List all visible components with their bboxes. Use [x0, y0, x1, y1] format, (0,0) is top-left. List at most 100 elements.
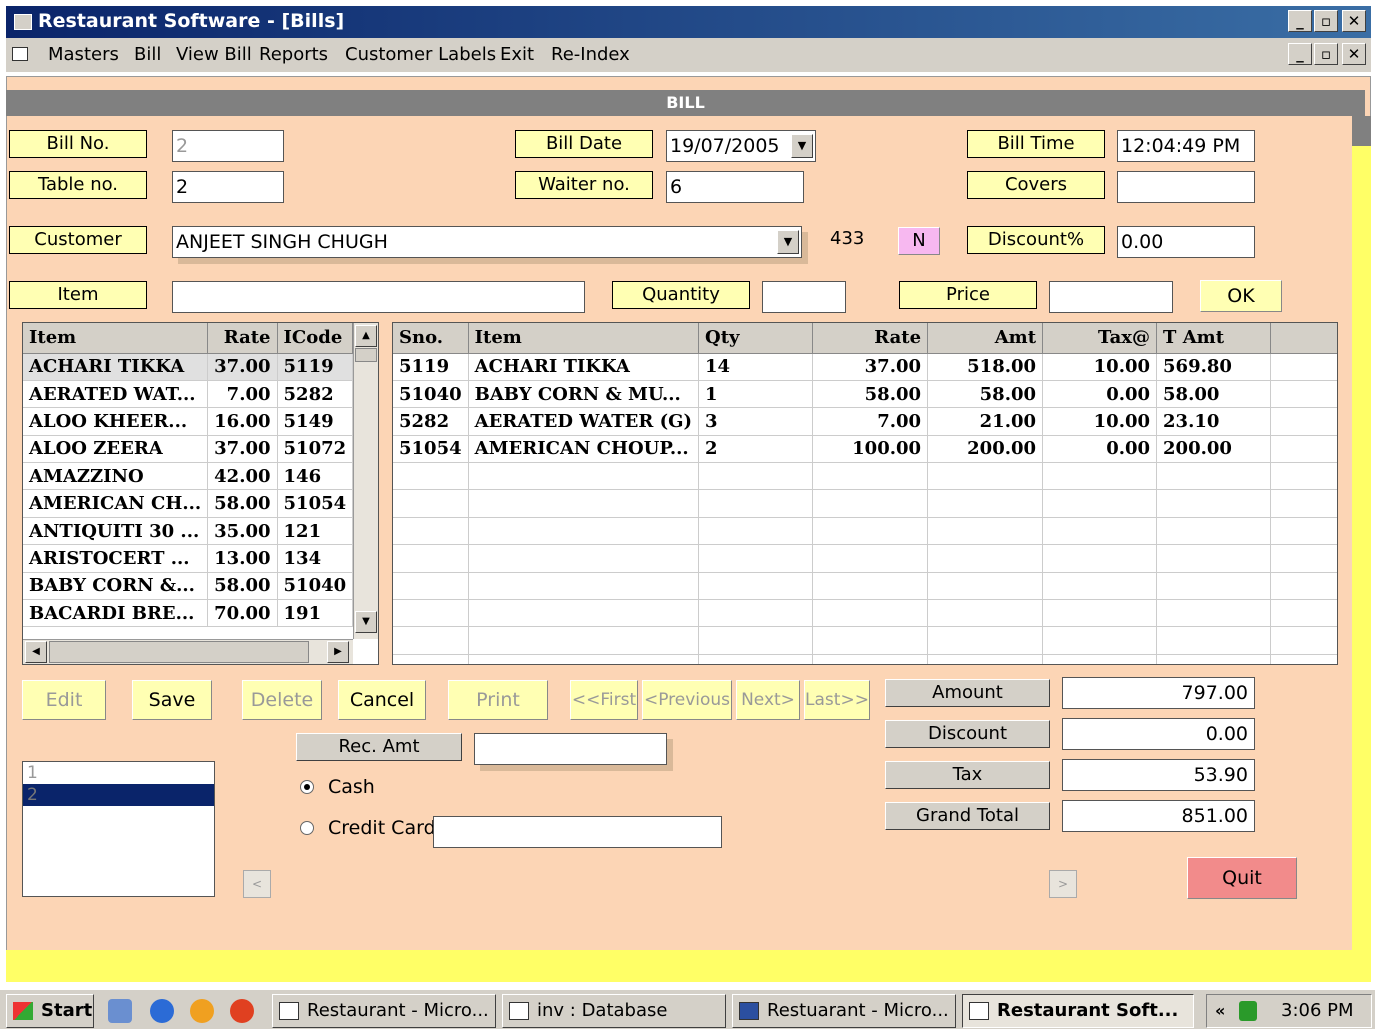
waiter-no-field[interactable]: 6 — [666, 171, 804, 203]
bill-grid-row[interactable] — [393, 462, 1337, 491]
previous-button[interactable]: <Previous — [642, 680, 732, 720]
rec-amt-field[interactable] — [474, 733, 667, 765]
close-icon[interactable]: ✕ — [1342, 10, 1366, 32]
task-inv-database[interactable]: inv : Database — [502, 994, 726, 1028]
maximize-icon[interactable]: ▫ — [1314, 10, 1338, 32]
menu-re-index[interactable]: Re-Index — [551, 44, 630, 65]
next-button[interactable]: Next> — [736, 680, 800, 720]
quit-button[interactable]: Quit — [1187, 857, 1297, 899]
bill-time-field[interactable]: 12:04:49 PM — [1117, 130, 1255, 162]
table-no-field[interactable]: 2 — [172, 171, 284, 203]
ie-quicklaunch-icon[interactable] — [150, 999, 174, 1023]
cancel-button[interactable]: Cancel — [338, 680, 426, 720]
menu-grid-row[interactable]: ALOO ZEERA 37.00 51072 — [23, 435, 354, 464]
bill-grid-row[interactable] — [393, 489, 1337, 518]
task-restaurant-micro[interactable]: Restaurant - Micro... — [272, 994, 496, 1028]
price-field[interactable] — [1049, 281, 1173, 313]
save-button[interactable]: Save — [132, 680, 212, 720]
bill-grid-row[interactable]: 5282 AERATED WATER (G) 3 7.00 21.00 10.00 23.1… — [393, 407, 1337, 436]
menu-grid-row[interactable]: AERATED WAT... 7.00 5282 — [23, 380, 354, 409]
desktop-quicklaunch-icon[interactable] — [108, 999, 132, 1023]
menu-masters[interactable]: Masters — [48, 44, 119, 65]
scroll-up-icon[interactable]: ▲ — [355, 325, 377, 347]
menu-customer-labels[interactable]: Customer Labels — [345, 44, 496, 65]
cash-radio-dot[interactable] — [300, 780, 314, 794]
delete-button[interactable]: Delete — [242, 680, 322, 720]
menu-grid-row[interactable]: ALOO KHEER... 16.00 5149 — [23, 407, 354, 436]
date-dropdown-icon[interactable]: ▼ — [791, 134, 813, 158]
bill-grid-row[interactable]: 5119 ACHARI TIKKA 14 37.00 518.00 10.00 569.80 — [393, 353, 1337, 381]
bill-list-item-selected[interactable]: 2 — [23, 784, 214, 806]
menu-view-bill[interactable]: View Bill — [176, 44, 252, 65]
quantity-field[interactable] — [762, 281, 846, 313]
bill-grid-row[interactable]: 51040 BABY CORN & MU... 1 58.00 58.00 0.00 58.… — [393, 380, 1337, 409]
scroll-thumb[interactable] — [355, 348, 377, 362]
covers-field[interactable] — [1117, 171, 1255, 203]
bill-grid-header-item[interactable]: Item — [468, 323, 700, 354]
item-field[interactable] — [172, 281, 585, 313]
task-restaurant-software[interactable]: Restaurant Soft... — [962, 994, 1194, 1028]
child-maximize-icon[interactable]: ▫ — [1314, 43, 1338, 65]
menu-exit[interactable]: Exit — [500, 44, 534, 65]
menu-grid-row[interactable]: BACARDI BRE... 70.00 191 — [23, 599, 354, 628]
nav-right-icon[interactable]: > — [1049, 870, 1077, 898]
menu-grid-header-rate[interactable]: Rate — [207, 323, 278, 354]
menu-grid-row[interactable]: BABY CORN &... 58.00 51040 — [23, 572, 354, 601]
menu-grid-vscroll[interactable]: ▲ ▼ — [353, 323, 378, 639]
menu-grid-row[interactable]: ANTIQUITI 30 ... 35.00 121 — [23, 517, 354, 546]
media-quicklaunch-icon[interactable] — [190, 999, 214, 1023]
menu-grid-header-icode[interactable]: ICode — [277, 323, 354, 354]
customer-combo[interactable]: ANJEET SINGH CHUGH ▼ — [172, 226, 802, 258]
bill-grid-header-amt[interactable]: Amt — [927, 323, 1044, 354]
bill-grid-header-rate[interactable]: Rate — [812, 323, 929, 354]
hscroll-thumb[interactable] — [49, 641, 309, 663]
print-button[interactable]: Print — [448, 680, 548, 720]
bill-list-item[interactable]: 1 — [23, 762, 214, 784]
bill-grid-header-sno[interactable]: Sno. — [393, 323, 469, 354]
tray-expand-icon[interactable]: « — [1215, 1001, 1225, 1020]
menu-bill[interactable]: Bill — [134, 44, 161, 65]
last-button[interactable]: Last>> — [804, 680, 870, 720]
menu-reports[interactable]: Reports — [259, 44, 328, 65]
bill-no-field[interactable]: 2 — [172, 130, 284, 162]
ok-button[interactable]: OK — [1200, 280, 1282, 312]
app-quicklaunch-icon[interactable] — [230, 999, 254, 1023]
bill-grid-row[interactable] — [393, 544, 1337, 573]
bill-grid-row[interactable] — [393, 654, 1337, 664]
bill-grid-row[interactable] — [393, 599, 1337, 628]
bill-grid-row[interactable] — [393, 517, 1337, 546]
scroll-down-icon[interactable]: ▼ — [355, 611, 377, 633]
scroll-left-icon[interactable]: ◀ — [25, 641, 47, 663]
cash-radio[interactable]: Cash — [300, 776, 375, 798]
bill-grid-header-tamt[interactable]: T Amt — [1156, 323, 1272, 354]
credit-card-field[interactable] — [433, 816, 722, 848]
nav-left-icon[interactable]: < — [243, 870, 271, 898]
tray-app-icon[interactable] — [1239, 1001, 1257, 1021]
scroll-right-icon[interactable]: ▶ — [327, 641, 349, 663]
menu-grid-row[interactable]: ARISTOCERT ... 13.00 134 — [23, 544, 354, 573]
menu-grid-header-item[interactable]: Item — [23, 323, 209, 354]
bill-grid-row[interactable] — [393, 572, 1337, 601]
menu-grid-row[interactable]: AMERICAN CH... 58.00 51054 — [23, 489, 354, 518]
customer-dropdown-icon[interactable]: ▼ — [777, 230, 799, 254]
new-customer-button[interactable]: N — [898, 227, 940, 255]
task-restuarant-micro[interactable]: Restuarant - Micro... — [732, 994, 956, 1028]
bill-grid-header-qty[interactable]: Qty — [698, 323, 814, 354]
menu-grid-row[interactable]: ACHARI TIKKA 37.00 5119 — [23, 353, 354, 381]
edit-button[interactable]: Edit — [22, 680, 106, 720]
credit-card-radio[interactable]: Credit Card — [300, 817, 436, 839]
minimize-icon[interactable]: _ — [1288, 10, 1312, 32]
bill-date-picker[interactable]: 19/07/2005 ▼ — [666, 130, 816, 162]
discount-pct-field[interactable]: 0.00 — [1117, 226, 1255, 258]
bill-grid-header-tax[interactable]: Tax@ — [1042, 323, 1158, 354]
menu-grid-row[interactable]: AMAZZINO 42.00 146 — [23, 462, 354, 491]
bill-list[interactable]: 1 2 — [22, 761, 215, 897]
bill-grid-row[interactable]: 51054 AMERICAN CHOUP... 2 100.00 200.00 0.00 2… — [393, 435, 1337, 464]
menu-grid-hscroll[interactable]: ◀ ▶ — [23, 639, 353, 664]
bill-grid-row[interactable] — [393, 626, 1337, 655]
first-button[interactable]: <<First — [570, 680, 638, 720]
credit-card-radio-dot[interactable] — [300, 821, 314, 835]
child-minimize-icon[interactable]: _ — [1288, 43, 1312, 65]
child-close-icon[interactable]: ✕ — [1342, 43, 1366, 65]
start-button[interactable]: Start — [6, 994, 94, 1028]
